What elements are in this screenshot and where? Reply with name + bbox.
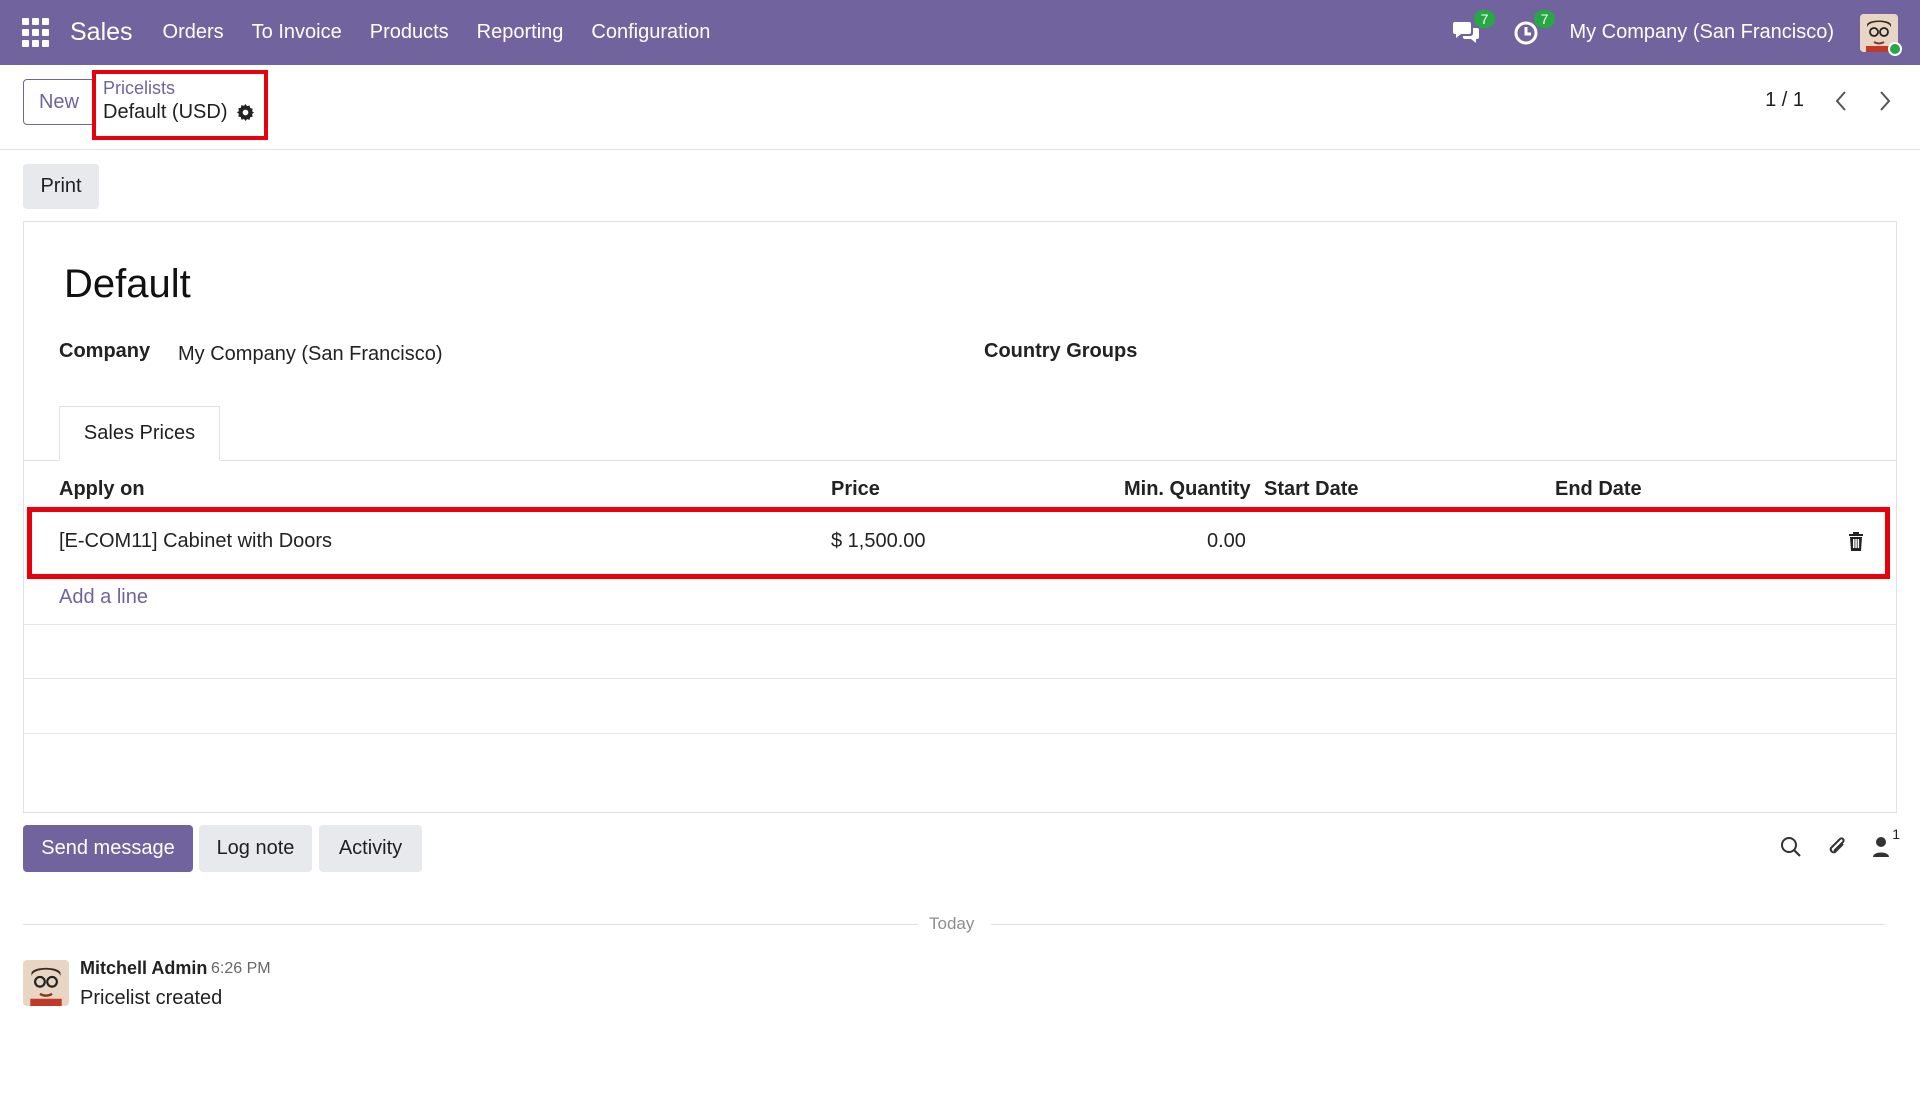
column-end-date[interactable]: End Date — [1555, 478, 1642, 501]
date-divider-right — [991, 924, 1885, 925]
message-body: Pricelist created — [80, 987, 223, 1009]
pager-previous-icon[interactable] — [1834, 90, 1848, 112]
company-label: Company — [59, 340, 151, 362]
company-switcher[interactable]: My Company (San Francisco) — [1569, 21, 1834, 44]
message-time: 6:26 PM — [211, 960, 271, 977]
date-divider-left — [23, 924, 918, 925]
print-button[interactable]: Print — [23, 164, 99, 209]
breadcrumb-current: Default (USD) — [103, 101, 257, 124]
messages-count-badge: 7 — [1473, 9, 1496, 28]
online-status-dot — [1888, 41, 1902, 56]
followers-button[interactable]: 1 — [1872, 826, 1900, 858]
pricelist-name[interactable]: Default — [64, 262, 191, 307]
country-groups-field[interactable] — [1184, 338, 1844, 366]
followers-count: 1 — [1892, 826, 1900, 842]
menu-orders[interactable]: Orders — [163, 21, 224, 44]
form-sheet: Default Company My Company (San Francisc… — [23, 221, 1897, 813]
column-price[interactable]: Price — [831, 478, 880, 501]
pager: 1 / 1 — [1765, 89, 1892, 112]
chatter-tools: 1 — [1780, 826, 1900, 859]
activities-count-badge: 7 — [1533, 9, 1556, 28]
top-navbar: Sales Orders To Invoice Products Reporti… — [0, 0, 1920, 65]
control-panel: New 1 / 1 — [0, 65, 1920, 150]
activity-button[interactable]: Activity — [319, 825, 422, 872]
user-icon — [1873, 837, 1889, 857]
app-menu-grid-icon[interactable] — [22, 17, 52, 48]
send-message-button[interactable]: Send message — [23, 825, 193, 872]
add-line-link[interactable]: Add a line — [59, 586, 148, 609]
row-separator — [24, 733, 1896, 734]
menu-products[interactable]: Products — [370, 21, 449, 44]
gear-icon[interactable] — [236, 103, 255, 122]
activities-button[interactable]: 7 — [1509, 9, 1556, 50]
pager-value[interactable]: 1 / 1 — [1765, 89, 1804, 112]
row-separator — [24, 678, 1896, 679]
date-separator: Today — [929, 914, 975, 933]
menu-reporting[interactable]: Reporting — [477, 21, 564, 44]
messages-button[interactable]: 7 — [1449, 9, 1496, 50]
menu-to-invoice[interactable]: To Invoice — [252, 21, 342, 44]
log-note-button[interactable]: Log note — [199, 825, 312, 872]
user-avatar[interactable] — [1860, 13, 1902, 56]
breadcrumb-pricelists-link[interactable]: Pricelists — [103, 78, 257, 99]
trash-icon[interactable] — [1848, 532, 1864, 551]
paperclip-icon[interactable] — [1826, 835, 1848, 859]
app-name[interactable]: Sales — [70, 18, 133, 47]
column-start-date[interactable]: Start Date — [1264, 478, 1358, 501]
row-min-quantity[interactable]: 0.00 — [1207, 530, 1246, 553]
breadcrumb: Pricelists Default (USD) — [92, 70, 268, 140]
row-separator — [24, 624, 1896, 625]
row-apply-on[interactable]: [E-COM11] Cabinet with Doors — [59, 530, 332, 553]
country-groups-label: Country Groups — [984, 340, 1138, 362]
breadcrumb-current-label: Default (USD) — [103, 101, 228, 123]
author-avatar[interactable] — [23, 960, 69, 1006]
tab-sales-prices[interactable]: Sales Prices — [59, 406, 220, 461]
row-price[interactable]: $ 1,500.00 — [831, 530, 926, 553]
message-author[interactable]: Mitchell Admin — [80, 958, 207, 979]
author-face-icon — [23, 960, 69, 1006]
company-field[interactable]: My Company (San Francisco) — [178, 343, 443, 366]
pager-next-icon[interactable] — [1878, 90, 1892, 112]
menu-configuration[interactable]: Configuration — [591, 21, 710, 44]
tab-divider — [24, 460, 1896, 461]
column-min-quantity[interactable]: Min. Quantity — [1124, 478, 1251, 501]
column-apply-on[interactable]: Apply on — [59, 478, 145, 501]
new-button[interactable]: New — [23, 79, 95, 125]
search-icon[interactable] — [1780, 836, 1802, 858]
